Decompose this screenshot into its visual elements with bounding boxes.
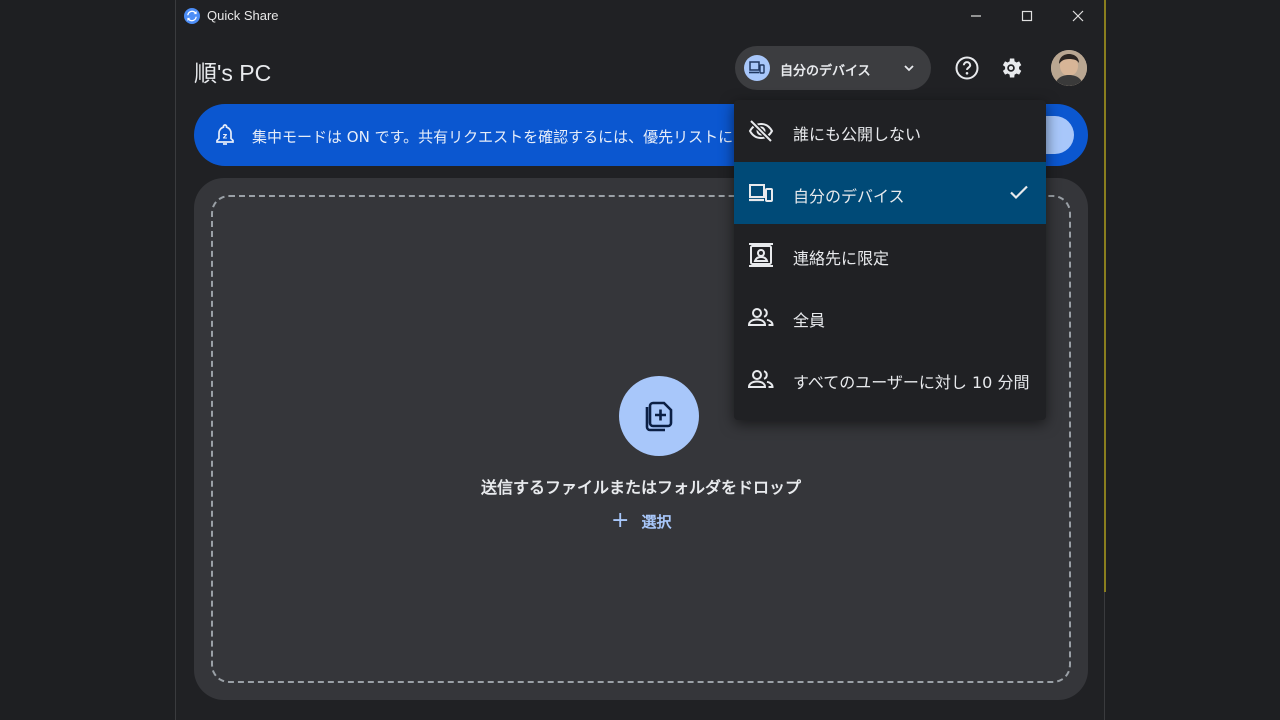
maximize-icon xyxy=(1021,10,1033,22)
menu-item-label: 連絡先に限定 xyxy=(793,249,890,268)
maximize-button[interactable] xyxy=(1004,0,1050,32)
add-file-button[interactable] xyxy=(619,376,699,456)
focus-bell-icon: z xyxy=(216,124,234,145)
people-icon xyxy=(748,370,774,388)
eye-off-icon xyxy=(748,119,774,143)
title-bar[interactable]: Quick Share xyxy=(176,0,1104,32)
contact-icon xyxy=(749,243,773,267)
quick-share-logo-icon xyxy=(184,8,200,24)
menu-item-my-devices[interactable]: 自分のデバイス xyxy=(734,162,1046,224)
menu-item-label: 全員 xyxy=(793,311,826,330)
people-icon xyxy=(748,308,774,326)
menu-item-no-one[interactable]: 誰にも公開しない xyxy=(734,100,1046,162)
device-name: 順's PC xyxy=(194,60,272,86)
menu-item-contacts[interactable]: 連絡先に限定 xyxy=(734,224,1046,286)
drop-label: 送信するファイルまたはフォルダをドロップ xyxy=(480,478,801,497)
visibility-selector[interactable]: 自分のデバイス xyxy=(735,46,931,90)
visibility-menu: 誰にも公開しない 自分のデバイス 連絡先に限定 全員 すべてのユーザーに対し 1… xyxy=(734,100,1046,420)
select-button[interactable]: + 選択 xyxy=(611,510,671,532)
focus-mode-banner-text: 集中モードは ON です。共有リクエストを確認するには、優先リストに Quick… xyxy=(252,128,742,146)
select-button-label: 選択 xyxy=(641,512,672,531)
window-title: Quick Share xyxy=(207,8,279,23)
svg-text:z: z xyxy=(223,132,228,141)
menu-item-everyone[interactable]: 全員 xyxy=(734,286,1046,348)
menu-item-label: 自分のデバイス xyxy=(793,187,905,206)
devices-icon xyxy=(744,55,770,81)
check-icon xyxy=(1010,185,1028,200)
visibility-selector-label: 自分のデバイス xyxy=(780,64,871,79)
gear-icon[interactable] xyxy=(998,55,1024,81)
window-edge-highlight xyxy=(1104,0,1106,592)
add-file-icon xyxy=(645,401,673,432)
close-icon xyxy=(1072,10,1084,22)
devices-icon xyxy=(749,184,773,202)
help-icon[interactable] xyxy=(954,55,980,81)
banner-action-button[interactable] xyxy=(1042,116,1074,154)
minimize-icon xyxy=(971,15,981,17)
avatar[interactable] xyxy=(1051,50,1087,86)
minimize-button[interactable] xyxy=(953,0,999,32)
chevron-down-icon xyxy=(904,65,914,72)
menu-item-label: すべてのユーザーに対し 10 分間 xyxy=(793,373,1030,392)
plus-icon: + xyxy=(611,508,630,533)
menu-item-label: 誰にも公開しない xyxy=(793,125,922,144)
menu-item-everyone-10min[interactable]: すべてのユーザーに対し 10 分間 xyxy=(734,348,1046,410)
close-button[interactable] xyxy=(1055,0,1101,32)
